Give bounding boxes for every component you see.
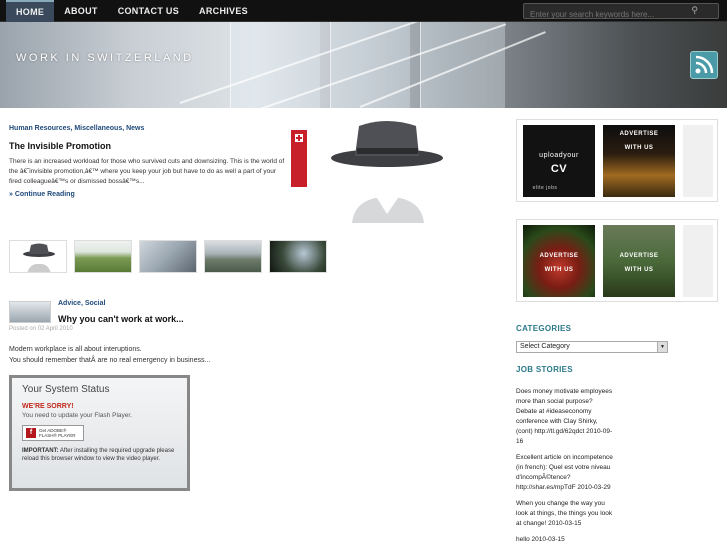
post-thumbnail[interactable] [9, 301, 51, 323]
post-excerpt: Modern workplace is all about interuptio… [9, 344, 210, 366]
post-excerpt-line: Modern workplace is all about interuptio… [9, 346, 142, 353]
continue-reading-label: Continue Reading [14, 191, 75, 198]
ad-advertise-line: ADVERTISE [619, 131, 659, 137]
ad-upload-text: uploadyour [539, 152, 579, 159]
job-story-item[interactable]: hello 2010-03-15 [516, 535, 614, 545]
post-date: Posted on 02 April 2010 [9, 326, 73, 332]
ad-advertise-line: ADVERTISE [539, 253, 579, 259]
post-categories[interactable]: Advice, Social [58, 300, 105, 307]
flash-important: IMPORTANT: After installing the required… [22, 447, 177, 463]
ad-advertise-3[interactable]: ADVERTISE WITH US [603, 225, 675, 297]
ad-elite-jobs: elite jobs [532, 185, 558, 191]
banner-glass-panel [230, 22, 320, 108]
thumbnail-strip [9, 240, 327, 273]
ad-advertise-line: WITH US [624, 145, 654, 151]
nav-home[interactable]: HOME [6, 0, 55, 22]
ad-advertise-line: WITH US [624, 267, 654, 273]
nav-archives[interactable]: ARCHIVES [189, 0, 258, 22]
search-box: ⚲ [523, 3, 719, 22]
featured-excerpt: There is an increased workload for those… [9, 158, 285, 185]
featured-image[interactable] [330, 118, 445, 223]
thumbnail-tree[interactable] [269, 240, 327, 273]
nav-about[interactable]: ABOUT [54, 0, 108, 22]
get-flash-player-button[interactable]: f Get ADOBE® FLASH® PLAYER [22, 425, 84, 441]
ad-box-bottom: ADVERTISE WITH US ADVERTISE WITH US [516, 219, 718, 302]
ad-box-top: uploadyour CV elite jobs ADVERTISE WITH … [516, 119, 718, 202]
continue-reading-link[interactable]: » Continue Reading [9, 191, 75, 198]
featured-categories[interactable]: Human Resources, Miscellaneous, News [9, 125, 144, 132]
top-nav-bar: HOME ABOUT CONTACT US ARCHIVES ⚲ [0, 0, 727, 22]
thumbnail-lake[interactable] [204, 240, 262, 273]
job-stories-heading: JOB STORIES [516, 365, 573, 374]
categories-heading: CATEGORIES [516, 324, 572, 333]
flash-heading: Your System Status [22, 384, 110, 395]
flash-badge-line: FLASH® PLAYER [39, 433, 76, 438]
flash-icon: f [26, 428, 36, 438]
main-nav: HOME ABOUT CONTACT US ARCHIVES [6, 0, 258, 22]
post-title[interactable]: Why you can't work at work... [58, 314, 184, 324]
rss-icon[interactable] [690, 51, 718, 79]
site-title[interactable]: WORK IN SWITZERLAND [16, 52, 194, 64]
search-icon[interactable]: ⚲ [691, 5, 698, 16]
thumbnail-field[interactable] [74, 240, 132, 273]
job-story-item[interactable]: Excellent article on incompetence (in fr… [516, 453, 614, 493]
flash-sorry: WE'RE SORRY! [22, 403, 74, 410]
thumbnail-hat[interactable] [9, 240, 67, 273]
ad-placeholder [683, 125, 713, 197]
ad-advertise-line: WITH US [544, 267, 574, 273]
job-stories-list: Does money motivate employees more than … [516, 387, 614, 545]
featured-title[interactable]: The Invisible Promotion [9, 141, 111, 151]
flash-important-label: IMPORTANT: [22, 448, 59, 454]
category-select[interactable]: Select Category ▼ [516, 341, 668, 353]
post-excerpt-line: You should remember thatÂ are no real em… [9, 357, 211, 364]
search-input[interactable] [524, 7, 694, 22]
ad-upload-cv[interactable]: uploadyour CV elite jobs [523, 125, 595, 197]
ad-advertise-line: ADVERTISE [619, 253, 659, 259]
ad-advertise-2[interactable]: ADVERTISE WITH US [523, 225, 595, 297]
nav-contact-us[interactable]: CONTACT US [108, 0, 189, 22]
flash-player-notice: Your System Status WE'RE SORRY! You need… [9, 375, 190, 491]
job-story-item[interactable]: When you change the way you look at thin… [516, 499, 614, 529]
thumbnail-stairs[interactable] [139, 240, 197, 273]
job-story-item[interactable]: Does money motivate employees more than … [516, 387, 614, 447]
category-select-value: Select Category [520, 343, 570, 350]
flash-badge-text: Get ADOBE® FLASH® PLAYER [39, 428, 76, 438]
ad-placeholder [683, 225, 713, 297]
ad-cv-text: CV [550, 163, 568, 175]
header-banner: WORK IN SWITZERLAND [0, 22, 727, 108]
banner-glass-panel [330, 22, 410, 108]
chevron-down-icon[interactable]: ▼ [657, 342, 667, 352]
flash-need-update: You need to update your Flash Player. [22, 412, 132, 419]
swiss-flag-icon [291, 130, 307, 187]
ad-advertise-1[interactable]: ADVERTISE WITH US [603, 125, 675, 197]
